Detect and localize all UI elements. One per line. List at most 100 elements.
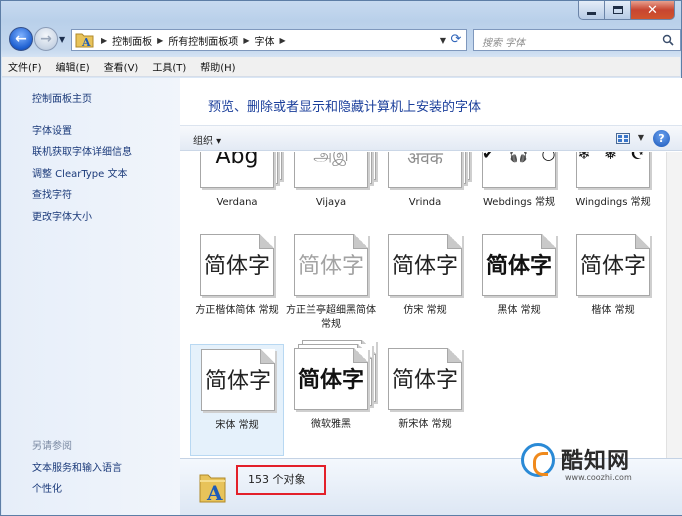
maximize-button[interactable] bbox=[605, 1, 631, 20]
font-preview-document: ✔ 🎧 ○ bbox=[482, 152, 556, 188]
watermark-url: www.coozhi.com bbox=[565, 473, 632, 482]
control-panel-home-link[interactable]: 控制面板主页 bbox=[32, 90, 92, 105]
breadcrumb-all-items[interactable]: 所有控制面板项 bbox=[168, 33, 238, 48]
forward-button[interactable]: → bbox=[34, 27, 58, 51]
explorer-window: ✕ ← → ▼ A ▶ 控制面板 ▶ 所有控制面板项 ▶ 字体 ▶ ▼ ⟳ 搜索… bbox=[0, 0, 682, 516]
organize-button[interactable]: 组织 ▾ bbox=[193, 132, 221, 147]
address-bar[interactable]: A ▶ 控制面板 ▶ 所有控制面板项 ▶ 字体 ▶ ▼ ⟳ bbox=[71, 29, 467, 51]
font-tile[interactable]: अवक Vrinda bbox=[378, 152, 472, 228]
task-pane: 控制面板主页 字体设置 联机获取字体详细信息 调整 ClearType 文本 查… bbox=[2, 78, 180, 515]
font-preview-document: 简体字 bbox=[482, 234, 556, 296]
font-preview-sample: 简体字 bbox=[204, 369, 271, 394]
refresh-button[interactable]: ⟳ bbox=[448, 32, 464, 48]
font-tile[interactable]: அஇ Vijaya bbox=[284, 152, 378, 228]
breadcrumb-separator[interactable]: ▶ bbox=[243, 36, 249, 45]
font-preview-document: 简体字 bbox=[388, 234, 462, 296]
font-preview-sample: 简体字 bbox=[203, 254, 270, 279]
recent-pages-dropdown[interactable]: ▼ bbox=[59, 35, 65, 44]
change-font-size-link[interactable]: 更改字体大小 bbox=[32, 208, 92, 223]
font-preview-sample: அஇ bbox=[313, 152, 349, 166]
font-preview-document: 简体字 bbox=[388, 348, 462, 410]
font-preview-sample: Abg bbox=[215, 152, 259, 169]
vertical-scrollbar[interactable] bbox=[666, 152, 682, 458]
close-button[interactable]: ✕ bbox=[631, 1, 675, 20]
font-tile-grid: Abg Verdana அஇ Vijaya अवक Vrinda ✔ 🎧 ○ Webdings… bbox=[180, 152, 666, 458]
font-tile[interactable]: 简体字 黑体 常规 bbox=[472, 230, 566, 342]
font-tile[interactable]: 简体字 楷体 常规 bbox=[566, 230, 660, 342]
content-pane: 预览、删除或者显示和隐藏计算机上安装的字体 组织 ▾ ▼ ? Abg Verdan… bbox=[180, 78, 682, 458]
personalization-link[interactable]: 个性化 bbox=[32, 480, 62, 495]
font-preview-document: 简体字 bbox=[576, 234, 650, 296]
font-preview-document: அஇ bbox=[294, 152, 376, 188]
command-bar: 组织 ▾ ▼ ? bbox=[180, 125, 682, 151]
search-placeholder: 搜索 字体 bbox=[482, 38, 526, 49]
search-icon[interactable] bbox=[662, 34, 674, 46]
font-tile[interactable]: ✔ 🎧 ○ Webdings 常规 bbox=[472, 152, 566, 228]
font-name-label: Vijaya bbox=[315, 197, 347, 208]
font-name-label: 楷体 常规 bbox=[591, 305, 635, 316]
highlight-box bbox=[236, 465, 326, 495]
font-name-label: 黑体 常规 bbox=[497, 305, 541, 316]
change-view-icon[interactable] bbox=[616, 133, 630, 144]
font-tile[interactable]: 简体字方正楷体简体 常规 bbox=[190, 230, 284, 342]
font-name-label: 仿宋 常规 bbox=[403, 305, 447, 316]
minimize-icon bbox=[587, 11, 596, 15]
cleartype-link[interactable]: 调整 ClearType 文本 bbox=[32, 165, 127, 180]
font-tile[interactable]: 简体字 仿宋 常规 bbox=[378, 230, 472, 342]
breadcrumb-separator[interactable]: ▶ bbox=[101, 36, 107, 45]
watermark: 酷知网 www.coozhi.com bbox=[521, 439, 671, 491]
font-tile[interactable]: ❄ ❅ ☪ Wingdings 常规 bbox=[566, 152, 660, 228]
font-preview-document: 简体字 bbox=[200, 234, 274, 296]
font-name-label: 方正楷体简体 常规 bbox=[195, 305, 279, 316]
breadcrumb-control-panel[interactable]: 控制面板 bbox=[112, 33, 152, 48]
find-character-link[interactable]: 查找字符 bbox=[32, 186, 72, 201]
font-tile[interactable]: Abg Verdana bbox=[190, 152, 284, 228]
font-preview-sample: ❄ ❅ ☪ bbox=[577, 152, 649, 163]
page-title: 预览、删除或者显示和隐藏计算机上安装的字体 bbox=[208, 100, 482, 115]
font-tile[interactable]: 简体字 新宋体 常规 bbox=[378, 344, 472, 456]
fonts-folder-icon: A bbox=[74, 30, 96, 50]
font-tile[interactable]: 简体字 微软雅黑 bbox=[284, 340, 378, 456]
menu-edit[interactable]: 编辑(E) bbox=[56, 59, 90, 74]
svg-text:A: A bbox=[206, 481, 223, 505]
font-tile[interactable]: 简体字 宋体 常规 bbox=[190, 344, 284, 456]
font-settings-link[interactable]: 字体设置 bbox=[32, 122, 72, 137]
search-box[interactable]: 搜索 字体 bbox=[473, 29, 681, 51]
watermark-logo-icon bbox=[521, 443, 555, 477]
menu-view[interactable]: 查看(V) bbox=[104, 59, 139, 74]
font-preview-sample: 简体字 bbox=[297, 368, 364, 393]
see-also-header: 另请参阅 bbox=[32, 441, 72, 452]
menu-tools[interactable]: 工具(T) bbox=[152, 59, 186, 74]
help-button[interactable]: ? bbox=[653, 130, 670, 147]
breadcrumb-fonts[interactable]: 字体 bbox=[254, 33, 274, 48]
font-name-label: Webdings 常规 bbox=[482, 197, 555, 208]
font-preview-document: Abg bbox=[200, 152, 282, 188]
back-button[interactable]: ← bbox=[9, 27, 33, 51]
breadcrumb-separator[interactable]: ▶ bbox=[279, 36, 285, 45]
font-name-label: 宋体 常规 bbox=[215, 420, 259, 431]
font-preview-document: अवक bbox=[388, 152, 470, 188]
address-history-dropdown[interactable]: ▼ bbox=[440, 36, 446, 45]
text-services-link[interactable]: 文本服务和输入语言 bbox=[32, 459, 122, 474]
font-tile[interactable]: 简体字方正兰亭超细黑简体 常规 bbox=[284, 230, 378, 342]
font-preview-document: ❄ ❅ ☪ bbox=[576, 152, 650, 188]
fonts-folder-icon: A bbox=[199, 474, 226, 505]
font-name-label: 方正兰亭超细黑简体 常规 bbox=[286, 305, 376, 330]
font-name-label: 微软雅黑 bbox=[311, 419, 351, 430]
maximize-icon bbox=[612, 6, 623, 14]
font-preview-sample: 简体字 bbox=[485, 254, 552, 279]
font-name-label: Vrinda bbox=[408, 197, 442, 208]
menu-file[interactable]: 文件(F) bbox=[8, 59, 42, 74]
breadcrumb-separator[interactable]: ▶ bbox=[157, 36, 163, 45]
font-preview-sample: अवक bbox=[407, 152, 443, 169]
menu-help[interactable]: 帮助(H) bbox=[200, 59, 235, 74]
font-name-label: Wingdings 常规 bbox=[575, 197, 651, 208]
font-info-online-link[interactable]: 联机获取字体详细信息 bbox=[32, 143, 132, 158]
minimize-button[interactable] bbox=[578, 1, 605, 20]
svg-text:A: A bbox=[81, 36, 91, 49]
font-preview-sample: 简体字 bbox=[391, 368, 458, 393]
font-preview-document: 简体字 bbox=[294, 234, 368, 296]
font-preview-sample: 简体字 bbox=[391, 254, 458, 279]
view-options-dropdown[interactable]: ▼ bbox=[638, 133, 644, 142]
font-preview-sample: 简体字 bbox=[297, 254, 364, 279]
